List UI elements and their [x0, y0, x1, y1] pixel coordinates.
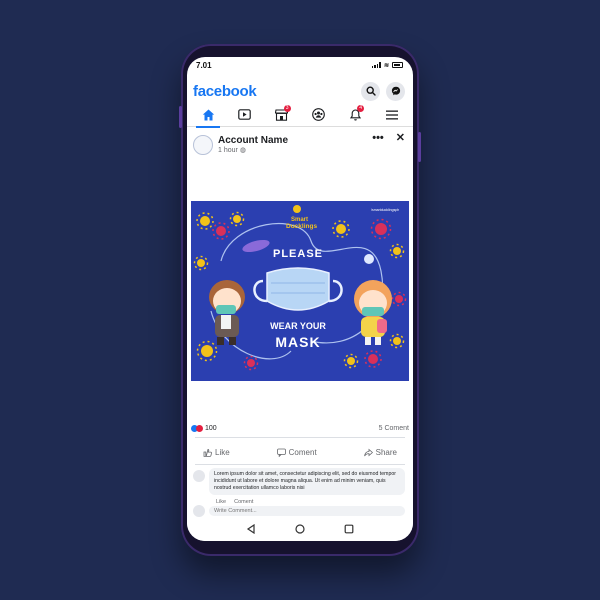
battery-icon	[392, 62, 403, 68]
marketplace-badge: 3	[283, 104, 291, 112]
divider	[195, 464, 405, 465]
video-icon	[238, 109, 252, 120]
power-button	[418, 132, 421, 162]
facebook-logo[interactable]: facebook	[193, 83, 257, 100]
tab-menu[interactable]	[377, 104, 407, 126]
volume-button	[179, 106, 182, 128]
recent-apps-icon[interactable]	[344, 524, 354, 534]
tab-home[interactable]	[193, 104, 223, 128]
divider	[195, 437, 405, 438]
comment-button[interactable]: Coment	[269, 448, 325, 457]
nav-tabs: 3 4	[187, 103, 413, 128]
tab-marketplace[interactable]: 3	[267, 104, 297, 126]
app-header: facebook	[187, 79, 413, 103]
system-nav-bar	[187, 517, 413, 541]
comment-text: Lorem ipsum dolor sit amet, consectetur …	[209, 468, 405, 495]
home-button-icon[interactable]	[295, 524, 305, 534]
status-time: 7.01	[196, 60, 212, 70]
comments-count[interactable]: 5 Coment	[379, 425, 409, 432]
notifications-badge: 4	[357, 104, 365, 112]
love-reaction-icon	[196, 424, 203, 432]
headline-line2: WEAR YOUR	[270, 321, 326, 331]
share-button[interactable]: Share	[356, 448, 405, 457]
reactions-row: 100 5 Coment	[191, 422, 409, 434]
phone-frame: 7.01 ≋ facebook 3 4 Account Name 1 hour …	[179, 44, 421, 556]
more-options-icon[interactable]: •••	[372, 132, 384, 144]
post-actions: Like Coment Share	[195, 441, 405, 463]
groups-icon	[312, 108, 325, 121]
comment-label: Coment	[288, 447, 317, 457]
account-name[interactable]: Account Name	[218, 135, 288, 146]
user-avatar	[193, 505, 205, 517]
commenter-avatar[interactable]	[193, 470, 205, 482]
like-label: Like	[215, 447, 230, 457]
social-handle: /smartducklingsph	[371, 208, 399, 212]
menu-icon	[385, 110, 398, 119]
close-icon[interactable]: ✕	[396, 131, 405, 144]
tab-notifications[interactable]: 4	[340, 104, 370, 126]
status-bar: 7.01 ≋	[187, 57, 413, 73]
brand-line2: Ducklings	[286, 223, 317, 230]
post-image[interactable]: Smart Ducklings /smartducklingsph PLEASE…	[191, 201, 409, 381]
reactions-count: 100	[205, 424, 217, 432]
post-time: 1 hour ◍	[218, 146, 288, 155]
home-icon	[202, 109, 214, 120]
tab-watch[interactable]	[230, 104, 260, 126]
wifi-icon: ≋	[383, 62, 389, 69]
headline-line3: MASK	[275, 334, 320, 350]
decor-dot	[364, 254, 374, 264]
status-icons: ≋	[371, 62, 403, 69]
back-icon[interactable]	[246, 524, 256, 534]
reaction-summary[interactable]: 100	[191, 424, 217, 432]
comment-icon	[276, 448, 286, 457]
messenger-button[interactable]	[386, 81, 405, 101]
globe-icon: ◍	[239, 147, 246, 154]
like-button[interactable]: Like	[195, 448, 238, 457]
share-icon	[363, 448, 373, 456]
tab-groups[interactable]	[303, 104, 333, 126]
search-icon	[365, 86, 376, 96]
phone-screen: 7.01 ≋ facebook 3 4 Account Name 1 hour …	[187, 57, 413, 541]
post-time-text: 1 hour	[218, 146, 238, 154]
thumbs-up-icon	[203, 448, 212, 457]
share-label: Share	[375, 447, 397, 457]
messenger-icon	[391, 86, 400, 96]
signal-icon	[371, 62, 381, 68]
post-header: Account Name 1 hour ◍ ••• ✕	[187, 127, 413, 157]
write-comment-row	[193, 505, 409, 517]
search-button[interactable]	[361, 81, 380, 101]
headline-line1: PLEASE	[273, 248, 323, 260]
write-comment-input[interactable]	[209, 506, 405, 516]
avatar[interactable]	[193, 134, 213, 155]
comment-item: Lorem ipsum dolor sit amet, consectetur …	[193, 468, 409, 495]
